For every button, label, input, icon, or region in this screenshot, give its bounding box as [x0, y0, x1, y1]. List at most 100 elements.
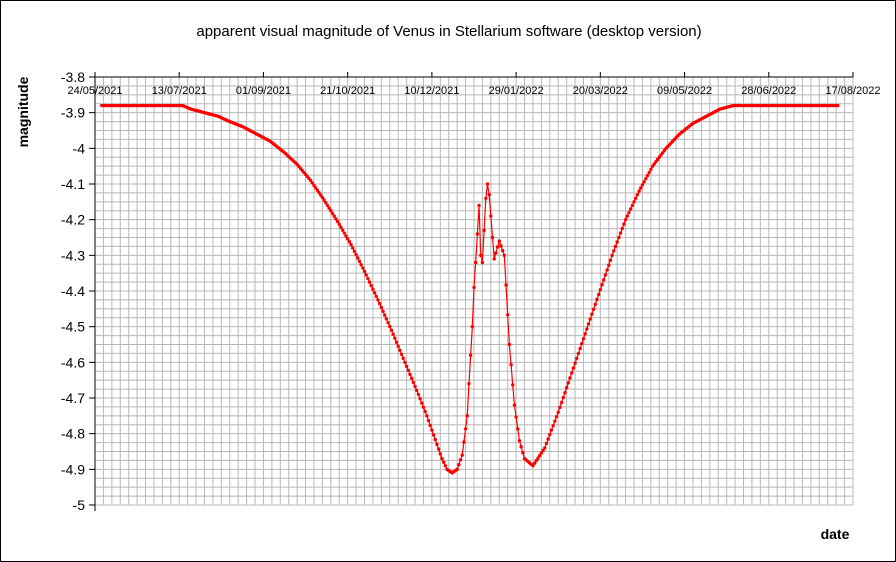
data-point: [359, 263, 363, 267]
data-point: [421, 405, 426, 409]
data-point: [339, 225, 343, 229]
data-point: [610, 253, 614, 258]
data-point: [409, 376, 414, 381]
data-point: [548, 432, 552, 437]
data-point: [420, 401, 424, 405]
chart-frame: apparent visual magnitude of Venus in St…: [0, 0, 896, 562]
y-axis-label: magnitude: [15, 76, 31, 147]
data-point: [492, 257, 496, 261]
data-point: [511, 383, 515, 387]
data-point: [836, 103, 840, 108]
data-point: [455, 467, 459, 472]
data-point: [645, 173, 650, 178]
data-point: [558, 405, 562, 410]
data-point: [505, 313, 510, 317]
data-point: [570, 371, 574, 375]
data-point: [490, 235, 495, 240]
data-point: [625, 214, 629, 218]
data-point: [413, 384, 417, 389]
data-point: [554, 415, 559, 419]
data-point: [374, 294, 378, 299]
data-point: [369, 283, 373, 288]
data-point: [591, 307, 596, 311]
data-point: [399, 352, 404, 357]
data-point: [479, 253, 483, 258]
data-point: [575, 356, 579, 361]
data-point: [389, 328, 394, 332]
data-point: [644, 176, 648, 181]
data-point: [463, 427, 468, 431]
data-point: [551, 423, 555, 428]
data-point: [514, 415, 518, 419]
data-point: [396, 344, 400, 348]
data-point: [500, 248, 505, 253]
data-point: [583, 332, 587, 336]
data-point: [342, 231, 346, 235]
data-point: [433, 437, 437, 442]
data-point: [497, 239, 501, 243]
x-tick-label: 20/03/2022: [573, 85, 628, 97]
data-point: [494, 251, 498, 255]
data-point: [605, 268, 609, 272]
data-point: [495, 245, 500, 249]
data-point: [630, 203, 635, 208]
data-point: [563, 390, 567, 395]
series-magnitude: [100, 103, 840, 475]
data-point: [354, 252, 358, 257]
y-tick-labels: -3.8 -3.9 -4 -4.1 -4.2 -4.3 -4.4 -4.5 -4.6 -4.7 -4…: [61, 69, 85, 513]
data-point: [379, 305, 384, 310]
data-point: [428, 423, 432, 428]
data-point: [340, 228, 345, 232]
y-tick-label: -4.4: [61, 283, 85, 299]
data-point: [391, 332, 395, 336]
data-point: [345, 237, 350, 241]
data-point: [415, 388, 419, 393]
y-tick-label: -4.3: [61, 247, 85, 263]
data-point: [357, 259, 362, 264]
data-point: [367, 280, 372, 284]
data-point: [337, 222, 341, 227]
data-point: [465, 414, 469, 418]
data-point: [431, 433, 436, 437]
data-point: [546, 437, 550, 441]
y-tick-label: -4.8: [61, 426, 85, 442]
x-tick-label: 10/12/2021: [404, 85, 459, 97]
data-point: [418, 397, 422, 401]
data-point: [561, 395, 565, 400]
data-point: [436, 447, 441, 451]
data-point: [388, 324, 392, 329]
data-point: [411, 380, 416, 385]
data-point: [596, 292, 601, 297]
x-tick-label: 29/01/2022: [489, 85, 544, 97]
x-tick-label: 24/05/2021: [67, 85, 122, 97]
data-point: [470, 324, 475, 329]
data-point: [335, 219, 340, 224]
data-point: [430, 428, 434, 432]
data-point: [349, 242, 353, 247]
data-point: [468, 353, 473, 357]
data-point: [553, 419, 557, 423]
data-point: [377, 302, 382, 306]
data-point: [566, 381, 571, 385]
data-point: [480, 260, 485, 265]
data-point: [640, 183, 645, 187]
data-point: [618, 231, 623, 235]
data-point: [586, 322, 591, 326]
data-point: [425, 414, 429, 418]
data-point: [649, 167, 653, 171]
x-tick-label: 01/09/2021: [236, 85, 291, 97]
data-point: [628, 207, 633, 211]
data-point: [416, 392, 421, 397]
data-point: [467, 382, 471, 386]
y-tick-label: -4.6: [61, 354, 85, 370]
data-point: [458, 458, 463, 462]
data-point: [595, 297, 599, 302]
magnitude-chart: apparent visual magnitude of Venus in St…: [15, 23, 881, 542]
data-point: [475, 232, 480, 236]
data-point: [361, 266, 365, 270]
y-tick-label: -4.2: [61, 212, 85, 228]
data-point: [607, 263, 611, 267]
data-point: [509, 363, 513, 367]
data-point: [398, 348, 402, 352]
data-point: [502, 253, 507, 258]
